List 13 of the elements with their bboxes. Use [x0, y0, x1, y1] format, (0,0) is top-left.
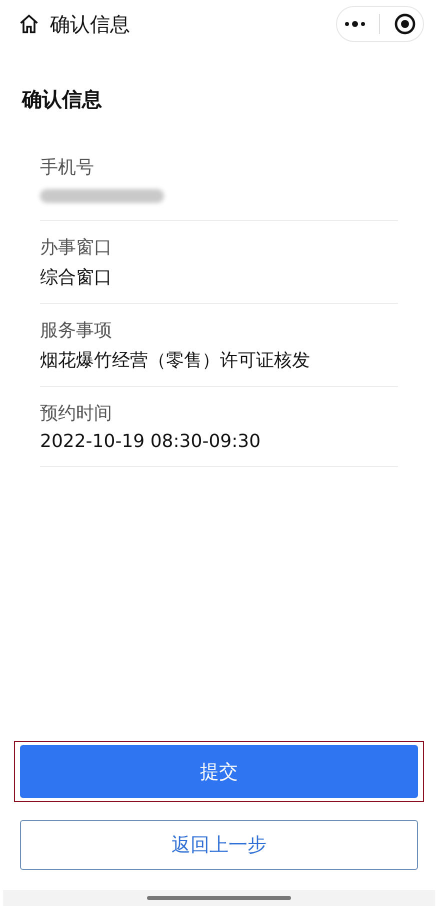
more-icon[interactable]	[344, 20, 366, 28]
section-heading: 确认信息	[22, 86, 103, 113]
field-value: 烟花爆竹经营（零售）许可证核发	[40, 349, 311, 372]
field-label: 办事窗口	[40, 236, 113, 259]
field-label: 服务事项	[40, 319, 113, 342]
window-title: 确认信息	[50, 10, 131, 38]
field-label: 手机号	[40, 156, 95, 179]
field-value: 综合窗口	[40, 266, 113, 289]
home-icon[interactable]	[18, 13, 40, 35]
field-value: 2022-10-19 08:30-09:30	[40, 431, 262, 452]
field-label: 预约时间	[40, 402, 113, 425]
back-button[interactable]: 返回上一步	[20, 820, 418, 870]
submit-button[interactable]: 提交	[20, 745, 418, 798]
